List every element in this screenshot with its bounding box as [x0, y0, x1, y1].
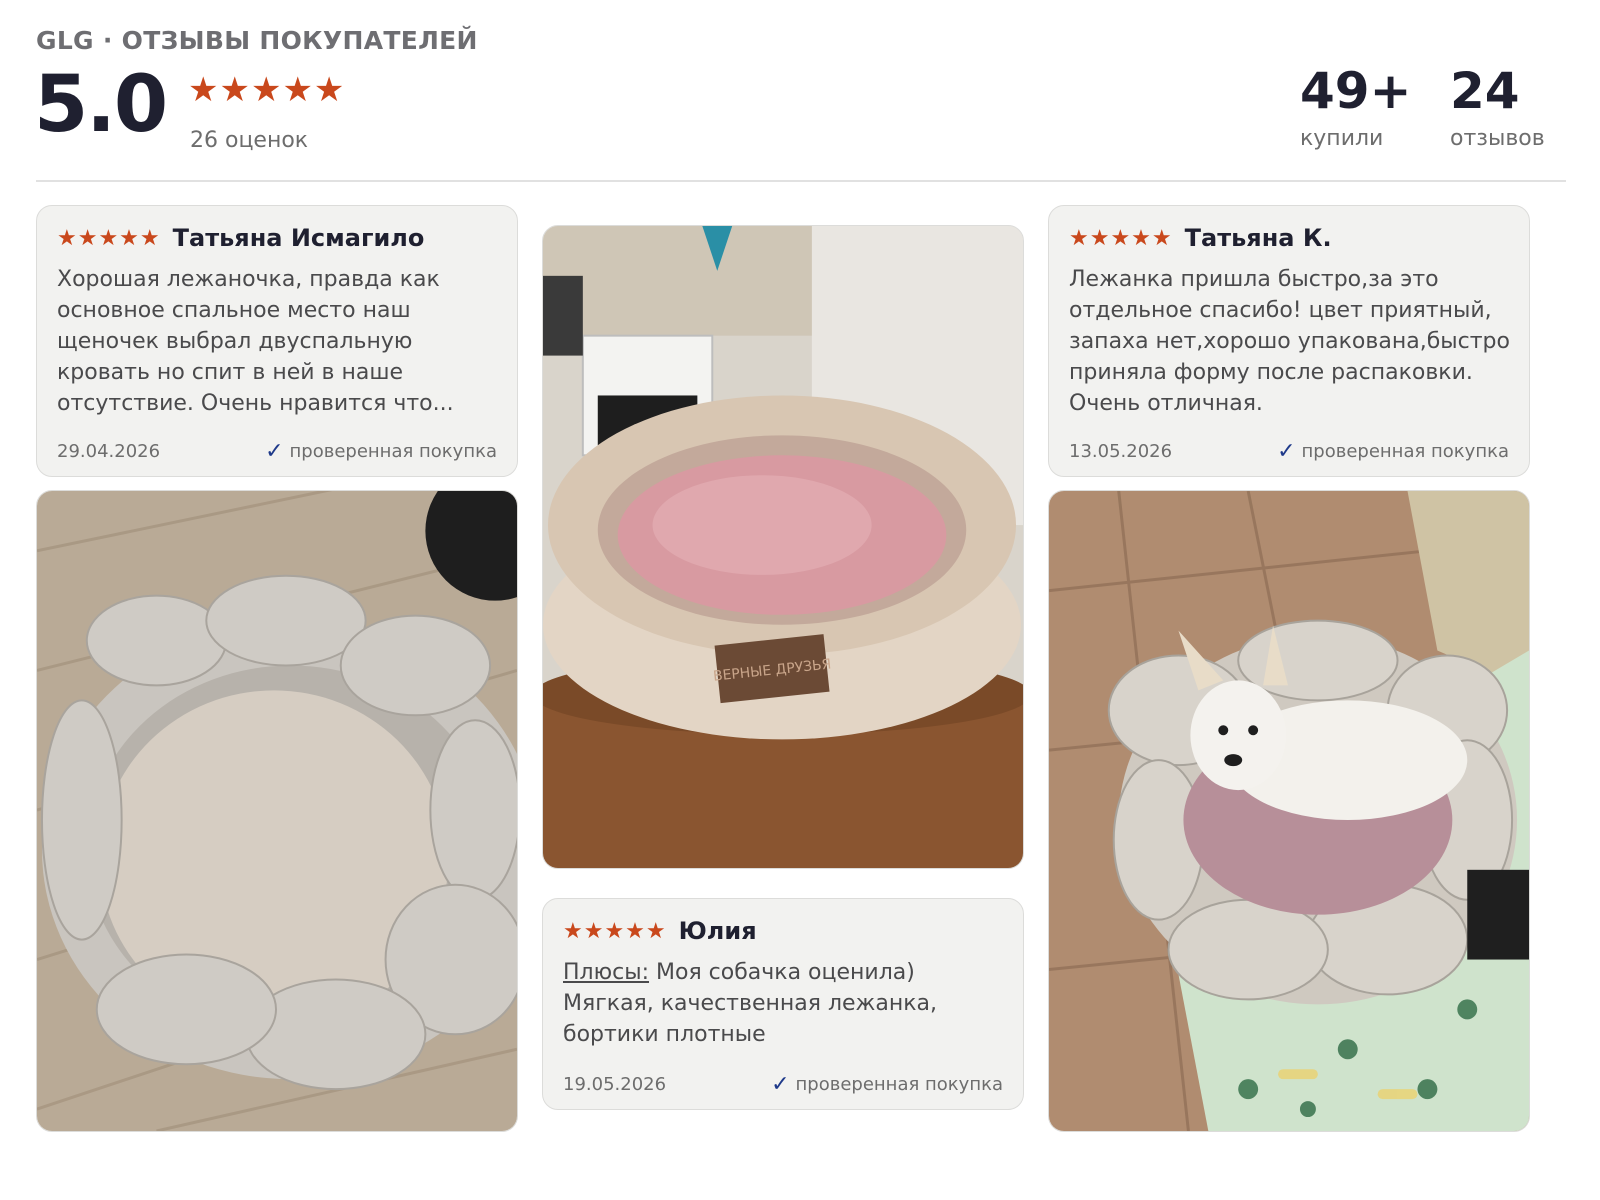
verified-label: проверенная покупка — [289, 441, 497, 462]
verified-purchase-badge: ✓ проверенная покупка — [1277, 439, 1509, 464]
review-date: 29.04.2026 — [57, 441, 161, 462]
review-footer: 19.05.2026 ✓ проверенная покупка — [563, 1072, 1003, 1097]
review-header: ★★★★★ Юлия — [563, 917, 757, 945]
review-card-1[interactable]: ★★★★★ Татьяна Исмагило Хорошая лежаночка… — [36, 205, 518, 477]
review-author: Татьяна К. — [1184, 224, 1332, 252]
review-text: Хорошая лежаночка, правда как основное с… — [57, 267, 454, 416]
dog-in-bed-photo — [1049, 491, 1529, 1131]
review-author: Юлия — [678, 917, 757, 945]
page-title: GLG · ОТЗЫВЫ ПОКУПАТЕЛЕЙ — [36, 26, 478, 55]
review-stars-icon: ★★★★★ — [563, 918, 667, 944]
stat-bought-number: 49+ — [1300, 62, 1412, 120]
review-date: 13.05.2026 — [1069, 441, 1173, 462]
stat-bought-label: купили — [1300, 126, 1384, 151]
check-icon: ✓ — [1277, 439, 1296, 464]
review-card-3[interactable]: ★★★★★ Татьяна К. Лежанка пришла быстро,з… — [1048, 205, 1530, 477]
review-photo-3[interactable] — [1048, 490, 1530, 1132]
verified-purchase-badge: ✓ проверенная покупка — [265, 439, 497, 464]
stat-reviews-number: 24 — [1450, 62, 1520, 120]
review-text-block: Плюсы: Моя собачка оценила) Мягкая, каче… — [563, 957, 1005, 1050]
check-icon: ✓ — [265, 439, 284, 464]
verified-purchase-badge: ✓ проверенная покупка — [771, 1072, 1003, 1097]
average-rating: 5.0 — [34, 60, 168, 150]
rating-count: 26 оценок — [190, 128, 309, 153]
review-author: Татьяна Исмагило — [172, 224, 425, 252]
review-photo-2[interactable]: ВЕРНЫЕ ДРУЗЬЯ — [542, 225, 1024, 869]
review-text: Лежанка пришла быстро,за это отдельное с… — [1069, 267, 1510, 416]
stat-reviews[interactable]: 24 отзывов — [1450, 62, 1545, 151]
review-footer: 29.04.2026 ✓ проверенная покупка — [57, 439, 497, 464]
check-icon: ✓ — [771, 1072, 790, 1097]
review-date: 19.05.2026 — [563, 1074, 667, 1095]
dog-bed-photo — [37, 491, 517, 1131]
stat-bought: 49+ купили — [1300, 62, 1411, 151]
stat-reviews-label: отзывов — [1450, 126, 1545, 151]
rating-stars-icon: ★★★★★ — [188, 70, 346, 110]
dog-bed-photo: ВЕРНЫЕ ДРУЗЬЯ — [543, 226, 1023, 868]
review-header: ★★★★★ Татьяна К. — [1069, 224, 1332, 252]
header-divider — [36, 180, 1566, 182]
review-footer: 13.05.2026 ✓ проверенная покупка — [1069, 439, 1509, 464]
review-header: ★★★★★ Татьяна Исмагило — [57, 224, 424, 252]
verified-label: проверенная покупка — [1301, 441, 1509, 462]
review-stars-icon: ★★★★★ — [1069, 225, 1173, 251]
review-card-2[interactable]: ★★★★★ Юлия Плюсы: Моя собачка оценила) М… — [542, 898, 1024, 1110]
review-pros-label: Плюсы: — [563, 960, 650, 985]
verified-label: проверенная покупка — [795, 1074, 1003, 1095]
review-photo-1[interactable] — [36, 490, 518, 1132]
review-stars-icon: ★★★★★ — [57, 225, 161, 251]
